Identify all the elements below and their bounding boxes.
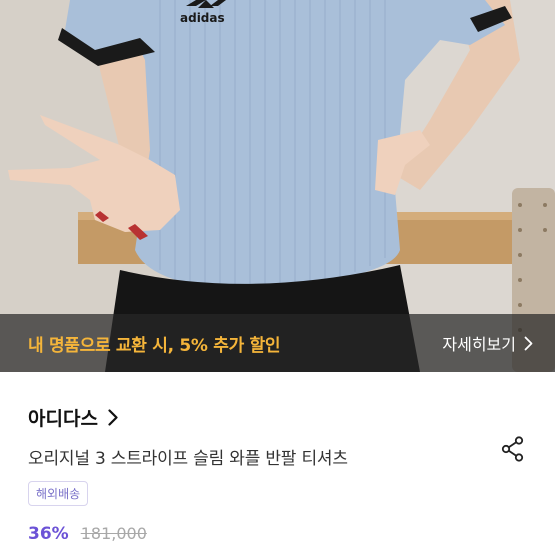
promo-detail-link[interactable]: 자세히보기: [442, 331, 533, 355]
discount-rate: 36%: [28, 524, 69, 544]
price-row: 36% 181,000: [28, 524, 527, 544]
promo-banner[interactable]: 내 명품으로 교환 시, 5% 추가 할인 자세히보기: [0, 314, 555, 372]
share-icon: [501, 436, 524, 462]
promo-detail-label: 자세히보기: [442, 335, 516, 354]
overseas-shipping-badge: 해외배송: [28, 481, 89, 506]
product-title: 오리지널 3 스트라이프 슬림 와플 반팔 티셔츠: [28, 449, 348, 469]
chevron-right-icon: [108, 408, 118, 426]
share-button[interactable]: [501, 436, 525, 466]
chevron-right-icon: [524, 336, 533, 350]
brand-name[interactable]: 아디다스: [28, 404, 98, 431]
product-image[interactable]: adidas 내 명품으로 교환 시, 5% 추가 할인 자세히보기: [0, 0, 555, 372]
product-info: 아디다스 오리지널 3 스트라이프 슬림 와플 반팔 티셔츠 해외배송 36% …: [0, 404, 555, 544]
original-price: 181,000: [80, 524, 147, 543]
brand-link[interactable]: 아디다스: [28, 404, 527, 430]
promo-text: 내 명품으로 교환 시, 5% 추가 할인: [28, 335, 281, 356]
shirt-logo-text: adidas: [180, 11, 225, 25]
